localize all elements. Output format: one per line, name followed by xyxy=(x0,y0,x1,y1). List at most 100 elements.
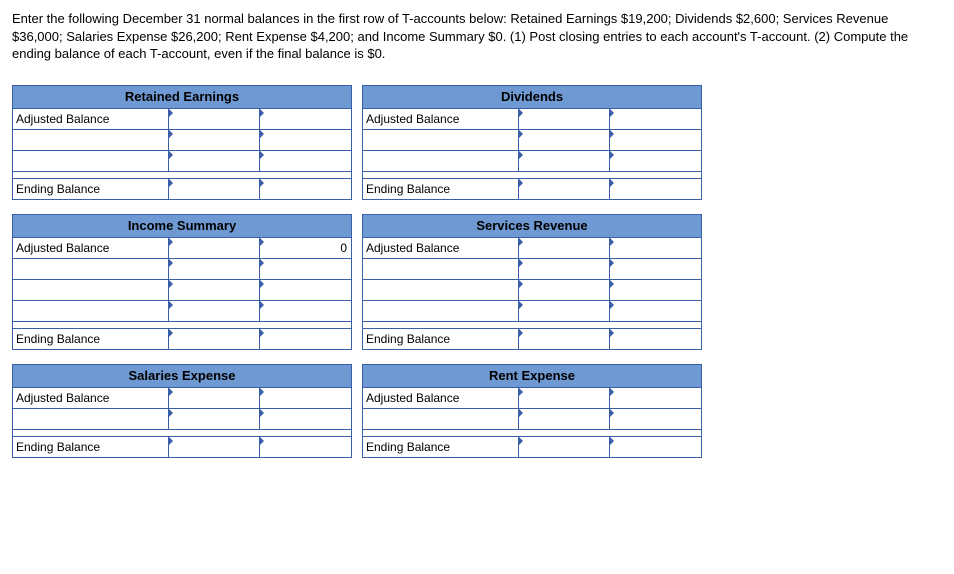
adjusted-debit-cell[interactable] xyxy=(518,387,610,408)
entry-credit-input[interactable] xyxy=(610,130,701,150)
ending-credit-cell[interactable] xyxy=(610,436,702,457)
entry-debit-input[interactable] xyxy=(169,280,260,300)
ending-debit-input[interactable] xyxy=(519,179,610,199)
entry-credit-cell[interactable] xyxy=(260,300,352,321)
entry-debit-input[interactable] xyxy=(519,409,610,429)
entry-debit-input[interactable] xyxy=(519,280,610,300)
adjusted-credit-input[interactable] xyxy=(610,238,701,258)
adjusted-debit-input[interactable] xyxy=(169,388,260,408)
ending-debit-cell[interactable] xyxy=(168,328,260,349)
entry-credit-cell[interactable] xyxy=(260,279,352,300)
adjusted-credit-input[interactable] xyxy=(260,109,351,129)
entry-debit-cell[interactable] xyxy=(518,300,610,321)
ending-debit-cell[interactable] xyxy=(168,178,260,199)
entry-debit-cell[interactable] xyxy=(168,408,260,429)
entry-credit-input[interactable] xyxy=(260,151,351,171)
entry-cell[interactable] xyxy=(363,150,519,171)
entry-credit-cell[interactable] xyxy=(610,279,702,300)
entry-cell[interactable] xyxy=(13,408,169,429)
entry-cell[interactable] xyxy=(13,300,169,321)
adjusted-credit-cell[interactable] xyxy=(610,108,702,129)
adjusted-credit-input[interactable] xyxy=(610,109,701,129)
entry-cell[interactable] xyxy=(13,150,169,171)
entry-debit-input[interactable] xyxy=(169,130,260,150)
entry-cell[interactable] xyxy=(363,129,519,150)
entry-credit-cell[interactable] xyxy=(260,129,352,150)
entry-credit-cell[interactable] xyxy=(610,408,702,429)
entry-debit-cell[interactable] xyxy=(518,279,610,300)
adjusted-debit-cell[interactable] xyxy=(518,108,610,129)
entry-credit-cell[interactable] xyxy=(260,150,352,171)
ending-debit-cell[interactable] xyxy=(518,436,610,457)
ending-credit-cell[interactable] xyxy=(260,178,352,199)
entry-cell[interactable] xyxy=(363,300,519,321)
adjusted-credit-cell[interactable] xyxy=(610,387,702,408)
entry-credit-cell[interactable] xyxy=(260,408,352,429)
adjusted-debit-input[interactable] xyxy=(519,238,610,258)
entry-debit-cell[interactable] xyxy=(168,258,260,279)
entry-credit-input[interactable] xyxy=(260,409,351,429)
entry-credit-cell[interactable] xyxy=(610,129,702,150)
entry-credit-cell[interactable] xyxy=(610,150,702,171)
entry-debit-cell[interactable] xyxy=(518,150,610,171)
entry-debit-cell[interactable] xyxy=(168,279,260,300)
entry-credit-cell[interactable] xyxy=(610,300,702,321)
adjusted-credit-input[interactable] xyxy=(610,388,701,408)
entry-cell[interactable] xyxy=(363,279,519,300)
entry-debit-cell[interactable] xyxy=(518,258,610,279)
entry-cell[interactable] xyxy=(13,258,169,279)
entry-credit-input[interactable] xyxy=(610,151,701,171)
adjusted-credit-input[interactable] xyxy=(260,388,351,408)
entry-debit-cell[interactable] xyxy=(168,129,260,150)
ending-debit-input[interactable] xyxy=(169,437,260,457)
entry-cell[interactable] xyxy=(363,408,519,429)
adjusted-credit-cell[interactable] xyxy=(260,108,352,129)
ending-credit-input[interactable] xyxy=(260,329,351,349)
entry-debit-input[interactable] xyxy=(169,301,260,321)
entry-credit-input[interactable] xyxy=(260,259,351,279)
entry-credit-input[interactable] xyxy=(610,259,701,279)
adjusted-debit-input[interactable] xyxy=(169,238,260,258)
adjusted-debit-cell[interactable] xyxy=(518,237,610,258)
entry-debit-input[interactable] xyxy=(519,130,610,150)
entry-debit-input[interactable] xyxy=(519,259,610,279)
ending-credit-input[interactable] xyxy=(260,437,351,457)
entry-cell[interactable] xyxy=(363,258,519,279)
ending-credit-input[interactable] xyxy=(610,329,701,349)
ending-debit-input[interactable] xyxy=(169,329,260,349)
entry-credit-input[interactable] xyxy=(260,280,351,300)
ending-credit-cell[interactable] xyxy=(260,436,352,457)
adjusted-credit-input[interactable] xyxy=(260,238,351,258)
entry-credit-cell[interactable] xyxy=(610,258,702,279)
entry-credit-input[interactable] xyxy=(610,301,701,321)
adjusted-debit-input[interactable] xyxy=(169,109,260,129)
entry-credit-cell[interactable] xyxy=(260,258,352,279)
entry-credit-input[interactable] xyxy=(260,301,351,321)
adjusted-debit-input[interactable] xyxy=(519,109,610,129)
entry-credit-input[interactable] xyxy=(610,409,701,429)
adjusted-credit-cell[interactable] xyxy=(610,237,702,258)
ending-credit-input[interactable] xyxy=(610,179,701,199)
ending-debit-cell[interactable] xyxy=(518,328,610,349)
ending-debit-input[interactable] xyxy=(169,179,260,199)
ending-credit-cell[interactable] xyxy=(610,178,702,199)
adjusted-credit-cell[interactable] xyxy=(260,237,352,258)
adjusted-debit-cell[interactable] xyxy=(168,108,260,129)
entry-debit-cell[interactable] xyxy=(168,150,260,171)
ending-debit-cell[interactable] xyxy=(168,436,260,457)
ending-credit-cell[interactable] xyxy=(610,328,702,349)
ending-credit-input[interactable] xyxy=(260,179,351,199)
entry-cell[interactable] xyxy=(13,279,169,300)
entry-debit-cell[interactable] xyxy=(518,408,610,429)
entry-credit-input[interactable] xyxy=(610,280,701,300)
ending-credit-cell[interactable] xyxy=(260,328,352,349)
entry-credit-input[interactable] xyxy=(260,130,351,150)
ending-credit-input[interactable] xyxy=(610,437,701,457)
ending-debit-input[interactable] xyxy=(519,437,610,457)
adjusted-debit-cell[interactable] xyxy=(168,387,260,408)
entry-debit-cell[interactable] xyxy=(518,129,610,150)
ending-debit-cell[interactable] xyxy=(518,178,610,199)
entry-debit-input[interactable] xyxy=(519,301,610,321)
adjusted-debit-input[interactable] xyxy=(519,388,610,408)
entry-debit-input[interactable] xyxy=(169,259,260,279)
